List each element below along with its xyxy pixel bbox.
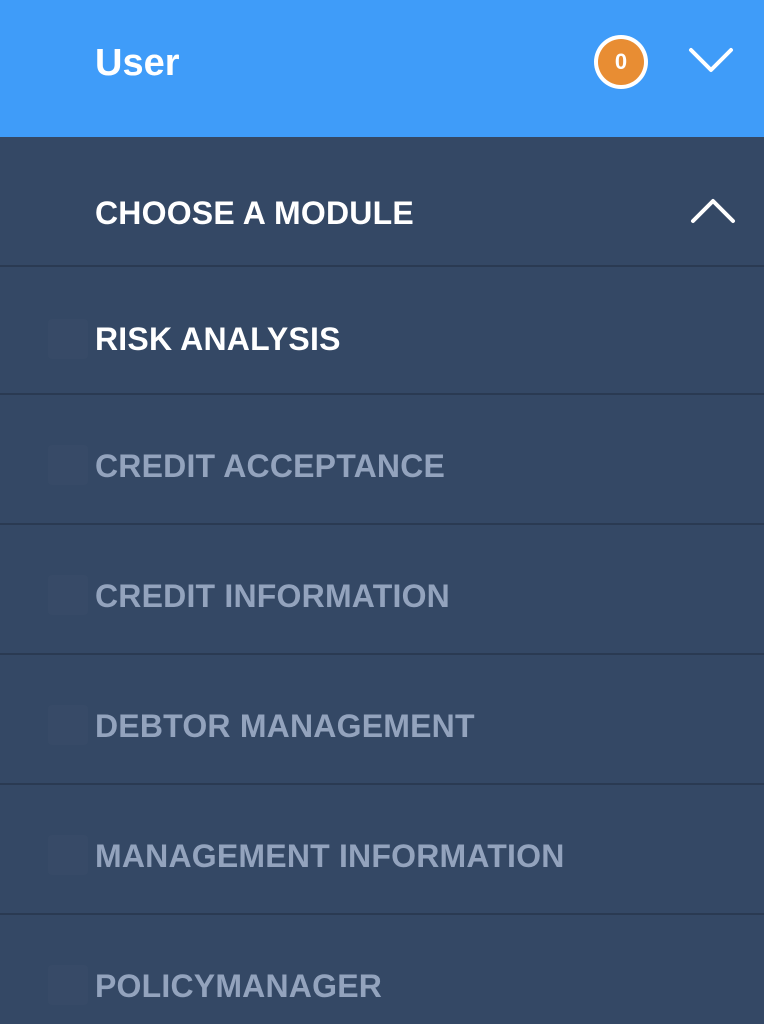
module-section-header[interactable]: CHOOSE A MODULE: [0, 137, 764, 267]
item-icon-placeholder: [48, 705, 88, 745]
menu-item-label: CREDIT INFORMATION: [95, 578, 450, 614]
menu-item-label: RISK ANALYSIS: [95, 321, 341, 357]
item-icon-placeholder: [48, 319, 88, 359]
menu-item-debtor-management[interactable]: DEBTOR MANAGEMENT: [0, 655, 764, 785]
user-header[interactable]: User 0: [0, 0, 764, 137]
menu-item-label: CREDIT ACCEPTANCE: [95, 448, 446, 484]
item-icon-placeholder: [48, 965, 88, 1005]
section-title: CHOOSE A MODULE: [95, 195, 414, 231]
item-icon-placeholder: [48, 445, 88, 485]
chevron-up-icon[interactable]: [688, 193, 738, 229]
menu-item-label: MANAGEMENT INFORMATION: [95, 838, 565, 874]
menu-item-management-information[interactable]: MANAGEMENT INFORMATION: [0, 785, 764, 915]
item-icon-placeholder: [48, 575, 88, 615]
module-menu: CHOOSE A MODULE RISK ANALYSIS CREDIT ACC…: [0, 137, 764, 1024]
menu-item-label: DEBTOR MANAGEMENT: [95, 708, 475, 744]
item-icon-placeholder: [48, 835, 88, 875]
notification-badge[interactable]: 0: [594, 35, 648, 89]
menu-item-credit-information[interactable]: CREDIT INFORMATION: [0, 525, 764, 655]
menu-item-label: POLICYMANAGER: [95, 968, 383, 1004]
menu-item-credit-acceptance[interactable]: CREDIT ACCEPTANCE: [0, 395, 764, 525]
user-name: User: [95, 42, 180, 84]
notification-count: 0: [598, 39, 644, 85]
menu-item-policymanager[interactable]: POLICYMANAGER: [0, 915, 764, 1024]
menu-item-risk-analysis[interactable]: RISK ANALYSIS: [0, 267, 764, 395]
chevron-down-icon[interactable]: [686, 42, 736, 78]
